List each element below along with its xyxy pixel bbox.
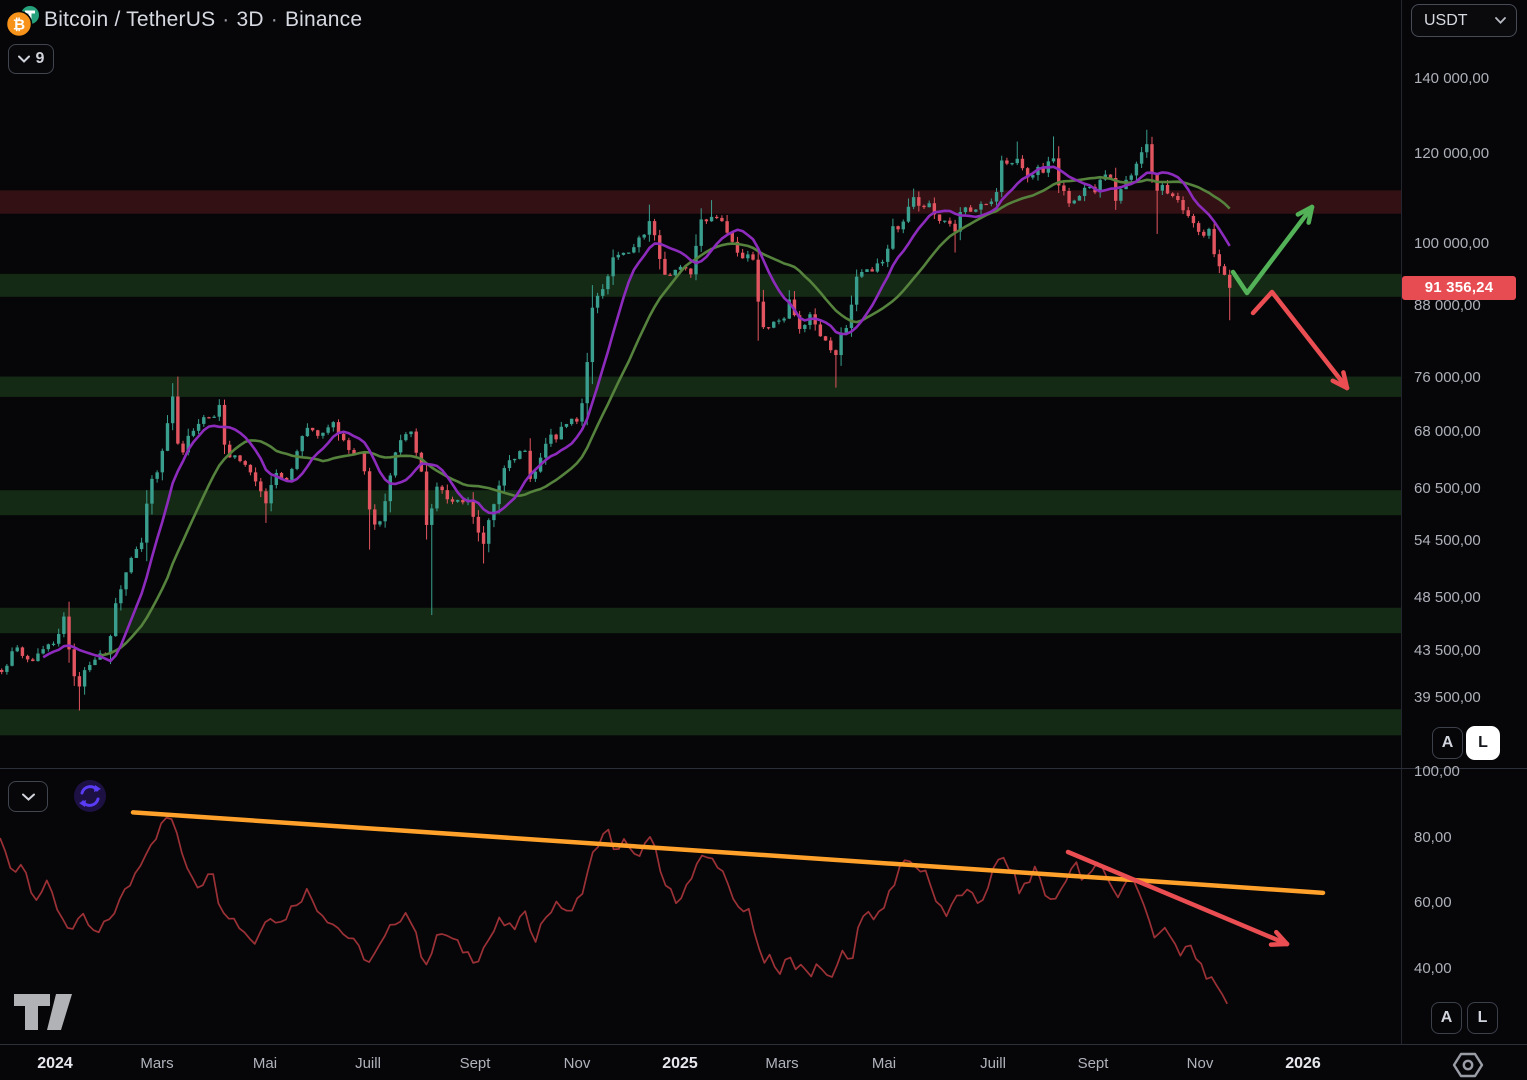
support-zone xyxy=(0,377,1401,397)
time-axis-label: Nov xyxy=(564,1055,591,1072)
time-axis-label: Mars xyxy=(765,1055,798,1072)
oscillator-axis-label: 100,00 xyxy=(1414,763,1460,780)
panel-divider xyxy=(0,768,1527,769)
auto-scale-button[interactable]: A xyxy=(1432,727,1463,759)
interval-label: 3D xyxy=(237,8,264,31)
time-axis-label: 2025 xyxy=(662,1055,698,1073)
price-axis-label: 60 500,00 xyxy=(1414,480,1481,497)
indicator-sync-icon[interactable] xyxy=(73,779,107,813)
log-scale-button[interactable]: L xyxy=(1466,726,1500,760)
time-axis[interactable]: 2024 Mars Mai Juill Sept Nov 2025 Mars Mai Juill S… xyxy=(0,1045,1401,1080)
timezone-settings-icon[interactable] xyxy=(1452,1051,1484,1079)
price-axis-label: 43 500,00 xyxy=(1414,642,1481,659)
osc-log-scale-button[interactable]: L xyxy=(1467,1002,1498,1034)
separator-dot: · xyxy=(215,8,236,31)
price-axis-label: 100 000,00 xyxy=(1414,235,1489,252)
separator-dot: · xyxy=(264,8,285,31)
price-axis-label: 68 000,00 xyxy=(1414,423,1481,440)
price-axis-label: 54 500,00 xyxy=(1414,532,1481,549)
last-price-tag: 91 356,24 xyxy=(1402,276,1516,300)
time-axis-label: Nov xyxy=(1187,1055,1214,1072)
exchange-label: Binance xyxy=(285,8,362,31)
time-axis-label: Mars xyxy=(140,1055,173,1072)
moving-average-line xyxy=(43,167,1230,661)
price-axis[interactable]: 140 000,00120 000,00100 000,0088 000,007… xyxy=(1402,0,1527,768)
support-zone xyxy=(0,709,1401,735)
chevron-down-icon xyxy=(18,55,30,63)
chart-app: ₿ Bitcoin / TetherUS·3D·Binance 9 USDT 1… xyxy=(0,0,1527,1080)
time-axis-label: Juill xyxy=(980,1055,1006,1072)
currency-dropdown[interactable]: USDT xyxy=(1411,4,1517,37)
oscillator-axis-label: 40,00 xyxy=(1414,960,1452,977)
oscillator-axis-label: 80,00 xyxy=(1414,829,1452,846)
oscillator-bearish-arrow-drawing[interactable] xyxy=(1068,852,1287,945)
symbol-name: Bitcoin / TetherUS xyxy=(44,8,215,31)
price-axis-label: 140 000,00 xyxy=(1414,70,1489,87)
symbol-title[interactable]: Bitcoin / TetherUS·3D·Binance xyxy=(44,8,362,32)
time-axis-label: Sept xyxy=(1078,1055,1109,1072)
bitcoin-tether-pair-icon: ₿ xyxy=(5,4,41,38)
price-axis-label: 76 000,00 xyxy=(1414,369,1481,386)
price-chart-panel[interactable] xyxy=(0,0,1401,768)
support-zone xyxy=(0,490,1401,515)
currency-value: USDT xyxy=(1424,12,1468,30)
support-zone xyxy=(0,274,1401,297)
price-axis-label: 39 500,00 xyxy=(1414,689,1481,706)
time-axis-label: Mai xyxy=(872,1055,896,1072)
time-axis-label: 2026 xyxy=(1285,1055,1321,1073)
support-zone xyxy=(0,608,1401,633)
osc-auto-scale-button[interactable]: A xyxy=(1431,1002,1462,1034)
tradingview-logo[interactable] xyxy=(12,990,84,1034)
price-axis-label: 120 000,00 xyxy=(1414,145,1489,162)
time-axis-label: 2024 xyxy=(37,1055,73,1073)
moving-average-line xyxy=(100,177,1230,655)
time-axis-label: Sept xyxy=(460,1055,491,1072)
trendline-drawing[interactable] xyxy=(133,812,1323,892)
oscillator-axis[interactable]: 100,0080,0060,0040,00 xyxy=(1402,768,1527,1044)
bearish-arrow-drawing[interactable] xyxy=(1253,292,1347,388)
oscillator-collapse-button[interactable] xyxy=(8,781,48,812)
chevron-down-icon xyxy=(22,793,35,801)
oscillator-panel[interactable] xyxy=(0,769,1401,1044)
price-axis-label: 48 500,00 xyxy=(1414,589,1481,606)
indicator-count: 9 xyxy=(36,50,45,68)
indicators-collapse-badge[interactable]: 9 xyxy=(8,44,54,74)
chevron-down-icon xyxy=(1495,17,1506,24)
time-axis-label: Mai xyxy=(253,1055,277,1072)
oscillator-axis-label: 60,00 xyxy=(1414,894,1452,911)
svg-text:₿: ₿ xyxy=(13,17,25,34)
time-axis-label: Juill xyxy=(355,1055,381,1072)
